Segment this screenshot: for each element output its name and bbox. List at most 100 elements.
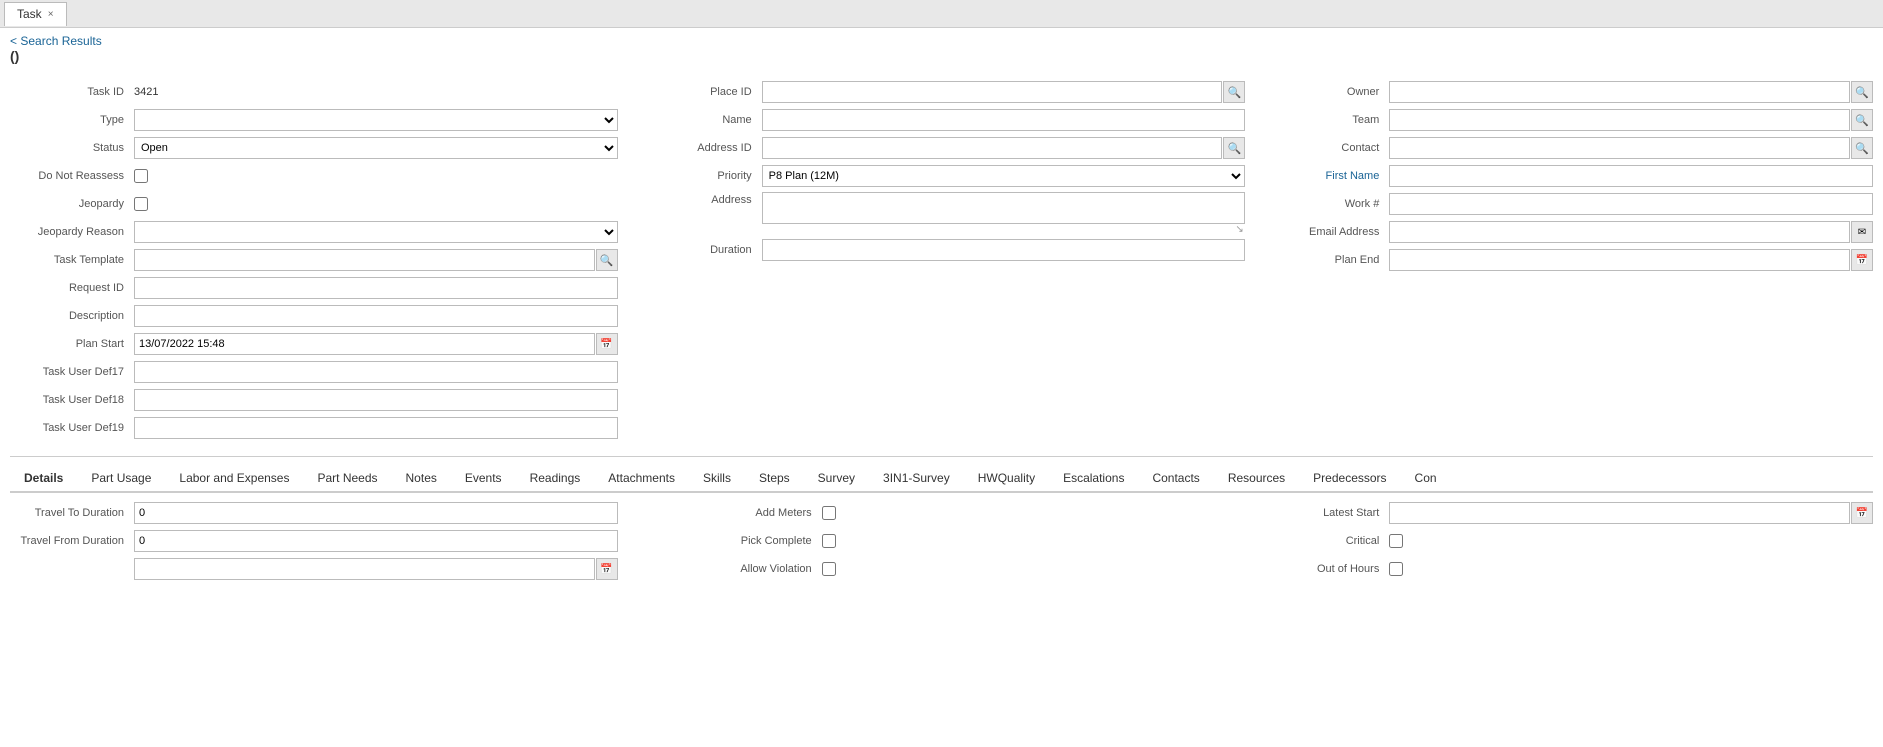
name-row: Name (638, 108, 1246, 132)
details-section: Travel To Duration Travel From Duration … (10, 493, 1873, 589)
bottom-tab-labor-expenses[interactable]: Labor and Expenses (165, 465, 303, 493)
place-id-input-group: 🔍 (762, 81, 1246, 103)
breadcrumb: < Search Results (10, 34, 1873, 48)
bottom-tab-predecessors[interactable]: Predecessors (1299, 465, 1400, 493)
task-template-search-btn[interactable]: 🔍 (596, 249, 618, 271)
plan-end-label: Plan End (1265, 254, 1385, 266)
task-template-label: Task Template (10, 254, 130, 266)
jeopardy-row: Jeopardy (10, 192, 618, 216)
form-column-middle: Place ID 🔍 Name Address ID 🔍 Priority (638, 80, 1246, 440)
team-search-btn[interactable]: 🔍 (1851, 109, 1873, 131)
out-of-hours-checkbox[interactable] (1389, 562, 1403, 576)
status-select[interactable]: Open (134, 137, 618, 159)
form-column-left: Task ID 3421 Type Status Open Do Not Rea… (10, 80, 618, 440)
bottom-tab-notes[interactable]: Notes (392, 465, 451, 493)
duration-row: Duration (638, 238, 1246, 262)
travel-from-duration-input[interactable] (134, 530, 618, 552)
email-address-input[interactable] (1389, 221, 1850, 243)
first-name-input[interactable] (1389, 165, 1873, 187)
task-user-def17-input[interactable] (134, 361, 618, 383)
place-id-search-btn[interactable]: 🔍 (1223, 81, 1245, 103)
plan-start-label: Plan Start (10, 338, 130, 350)
do-not-reassess-checkbox[interactable] (134, 169, 148, 183)
bottom-tab-resources[interactable]: Resources (1214, 465, 1299, 493)
jeopardy-checkbox[interactable] (134, 197, 148, 211)
bottom-tab-steps[interactable]: Steps (745, 465, 804, 493)
owner-search-btn[interactable]: 🔍 (1851, 81, 1873, 103)
bottom-tab-attachments[interactable]: Attachments (594, 465, 689, 493)
task-user-def18-row: Task User Def18 (10, 388, 618, 412)
bottom-tab-part-needs[interactable]: Part Needs (303, 465, 391, 493)
plan-start-cal-btn[interactable]: 📅 (596, 333, 618, 355)
task-user-def19-label: Task User Def19 (10, 422, 130, 434)
bottom-tab-hwquality[interactable]: HWQuality (964, 465, 1049, 493)
description-row: Description (10, 304, 618, 328)
contact-label: Contact (1265, 142, 1385, 154)
priority-select[interactable]: P8 Plan (12M) (762, 165, 1246, 187)
form-column-right: Owner 🔍 Team 🔍 Contact 🔍 (1265, 80, 1873, 440)
page-title: () (10, 48, 1873, 64)
allow-violation-checkbox[interactable] (822, 562, 836, 576)
request-id-input[interactable] (134, 277, 618, 299)
pick-complete-checkbox[interactable] (822, 534, 836, 548)
task-template-input[interactable] (134, 249, 595, 271)
form-divider (10, 456, 1873, 457)
duration-label: Duration (638, 244, 758, 256)
plan-start-input[interactable] (134, 333, 595, 355)
add-meters-checkbox[interactable] (822, 506, 836, 520)
description-input[interactable] (134, 305, 618, 327)
travel-to-duration-label: Travel To Duration (10, 507, 130, 519)
owner-input-group: 🔍 (1389, 81, 1873, 103)
email-btn[interactable]: ✉ (1851, 221, 1873, 243)
latest-start-input[interactable] (1389, 502, 1850, 524)
bottom-tab-con[interactable]: Con (1401, 465, 1451, 493)
address-textarea[interactable] (762, 192, 1246, 224)
address-id-search-btn[interactable]: 🔍 (1223, 137, 1245, 159)
extra-input[interactable] (134, 558, 595, 580)
do-not-reassess-label: Do Not Reassess (10, 170, 130, 182)
bottom-tab-escalations[interactable]: Escalations (1049, 465, 1138, 493)
bottom-tab-contacts[interactable]: Contacts (1138, 465, 1213, 493)
contact-input-group: 🔍 (1389, 137, 1873, 159)
critical-checkbox[interactable] (1389, 534, 1403, 548)
search-results-link[interactable]: < Search Results (10, 34, 102, 48)
allow-violation-label: Allow Violation (698, 563, 818, 575)
plan-end-input[interactable] (1389, 249, 1850, 271)
travel-to-duration-input[interactable] (134, 502, 618, 524)
bottom-tab-3in1-survey[interactable]: 3IN1-Survey (869, 465, 964, 493)
plan-end-cal-btn[interactable]: 📅 (1851, 249, 1873, 271)
details-col-left: Travel To Duration Travel From Duration … (10, 501, 618, 581)
address-id-input-group: 🔍 (762, 137, 1246, 159)
place-id-label: Place ID (638, 86, 758, 98)
bottom-tab-survey[interactable]: Survey (804, 465, 869, 493)
duration-input[interactable] (762, 239, 1246, 261)
tab-close-icon[interactable]: × (48, 9, 54, 20)
name-input[interactable] (762, 109, 1246, 131)
task-user-def19-input[interactable] (134, 417, 618, 439)
bottom-tab-details[interactable]: Details (10, 465, 77, 493)
jeopardy-reason-row: Jeopardy Reason (10, 220, 618, 244)
travel-to-duration-row: Travel To Duration (10, 501, 618, 525)
type-select[interactable] (134, 109, 618, 131)
jeopardy-reason-select[interactable] (134, 221, 618, 243)
task-tab[interactable]: Task × (4, 2, 67, 26)
extra-cal-btn[interactable]: 📅 (596, 558, 618, 580)
latest-start-cal-btn[interactable]: 📅 (1851, 502, 1873, 524)
bottom-tab-events[interactable]: Events (451, 465, 516, 493)
address-id-input[interactable] (762, 137, 1223, 159)
out-of-hours-label: Out of Hours (1265, 563, 1385, 575)
task-user-def18-input[interactable] (134, 389, 618, 411)
team-input[interactable] (1389, 109, 1850, 131)
contact-input[interactable] (1389, 137, 1850, 159)
place-id-input[interactable] (762, 81, 1223, 103)
bottom-tab-skills[interactable]: Skills (689, 465, 745, 493)
contact-search-btn[interactable]: 🔍 (1851, 137, 1873, 159)
bottom-tab-part-usage[interactable]: Part Usage (77, 465, 165, 493)
work-hash-input[interactable] (1389, 193, 1873, 215)
email-input-group: ✉ (1389, 221, 1873, 243)
owner-input[interactable] (1389, 81, 1850, 103)
pick-complete-label: Pick Complete (698, 535, 818, 547)
contact-row: Contact 🔍 (1265, 136, 1873, 160)
bottom-tab-readings[interactable]: Readings (516, 465, 595, 493)
status-row: Status Open (10, 136, 618, 160)
